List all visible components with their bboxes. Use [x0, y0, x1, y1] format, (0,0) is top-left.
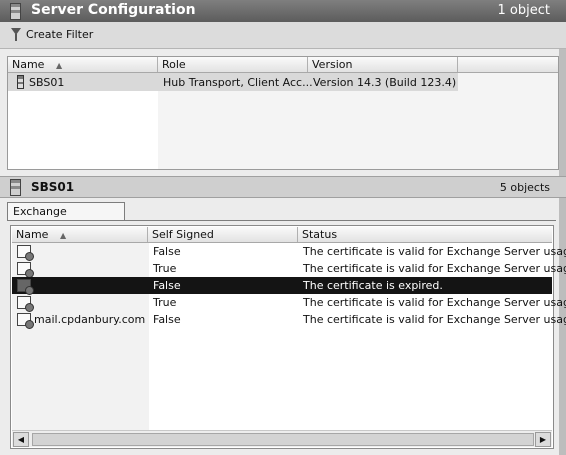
col-name[interactable]: Name ▲ [12, 227, 148, 242]
col-self-signed-label: Self Signed [152, 228, 214, 241]
server-list-header: Name ▲ Role Version [8, 57, 558, 73]
table-row[interactable]: True The certificate is valid for Exchan… [12, 260, 566, 278]
certificate-icon [17, 313, 34, 329]
sort-arrow-icon: ▲ [55, 60, 63, 70]
certificate-icon [17, 296, 34, 312]
server-icon [10, 179, 21, 196]
table-row[interactable]: mail.cpdanbury.com False The certificate… [12, 311, 566, 329]
row-self-signed: False [153, 279, 181, 292]
certificate-icon [17, 279, 34, 295]
certificate-icon [17, 245, 34, 261]
server-icon [10, 3, 21, 20]
col-name[interactable]: Name ▲ [8, 57, 158, 72]
toolbar: Create Filter [0, 22, 566, 49]
row-self-signed: True [153, 262, 177, 275]
row-self-signed: True [153, 296, 177, 309]
col-version[interactable]: Version [308, 57, 458, 72]
certificate-list: Name ▲ Self Signed Status False The cert… [10, 225, 566, 449]
scroll-left-icon[interactable]: ◀ [13, 432, 29, 447]
scroll-right-icon[interactable]: ▶ [535, 432, 551, 447]
lower-object-count: 5 objects [499, 181, 550, 194]
lower-title: SBS01 [31, 180, 75, 194]
row-status: The certificate is valid for Exchange Se… [303, 296, 566, 309]
row-version: Version 14.3 (Build 123.4) [313, 76, 457, 89]
sbs01-header: SBS01 5 objects [0, 176, 566, 198]
tab-exchange-certificates[interactable]: Exchange Certificates [7, 202, 125, 236]
row-name: mail.cpdanbury.com [34, 313, 146, 326]
row-status: The certificate is valid for Exchange Se… [303, 262, 566, 275]
create-filter-button[interactable]: Create Filter [26, 28, 93, 41]
server-icon [17, 75, 24, 89]
certificate-list-header: Name ▲ Self Signed Status [12, 227, 552, 243]
col-version-label: Version [312, 58, 353, 71]
col-name-label: Name [16, 228, 49, 241]
filter-icon [11, 28, 21, 41]
sort-arrow-icon: ▲ [59, 230, 67, 240]
scroll-thumb[interactable] [32, 433, 534, 446]
table-row-selected[interactable]: False The certificate is expired. [12, 277, 552, 295]
col-self-signed[interactable]: Self Signed [148, 227, 298, 242]
certificate-icon [17, 262, 34, 278]
table-row[interactable]: SBS01 Hub Transport, Client Acc... Versi… [8, 73, 458, 91]
row-status: The certificate is valid for Exchange Se… [303, 313, 566, 326]
right-edge-bar [559, 22, 566, 455]
row-self-signed: False [153, 313, 181, 326]
col-status[interactable]: Status [298, 227, 552, 242]
object-count: 1 object [497, 3, 550, 18]
table-row[interactable]: True The certificate is valid for Exchan… [12, 294, 566, 312]
col-status-label: Status [302, 228, 338, 241]
row-status: The certificate is expired. [303, 279, 443, 292]
server-list: Name ▲ Role Version SBS01 Hub Transport,… [7, 56, 559, 170]
col-name-label: Name [12, 58, 45, 71]
tab-divider [7, 220, 556, 221]
row-self-signed: False [153, 245, 181, 258]
row-name: SBS01 [29, 76, 65, 89]
row-status: The certificate is valid for Exchange Se… [303, 245, 566, 258]
row-role: Hub Transport, Client Acc... [163, 76, 313, 89]
table-row[interactable]: False The certificate is valid for Excha… [12, 243, 566, 261]
col-role-label: Role [162, 58, 186, 71]
server-configuration-header: Server Configuration 1 object [0, 0, 566, 22]
col-role[interactable]: Role [158, 57, 308, 72]
page-title: Server Configuration [31, 2, 196, 18]
horizontal-scrollbar[interactable]: ◀ ▶ [12, 430, 552, 447]
